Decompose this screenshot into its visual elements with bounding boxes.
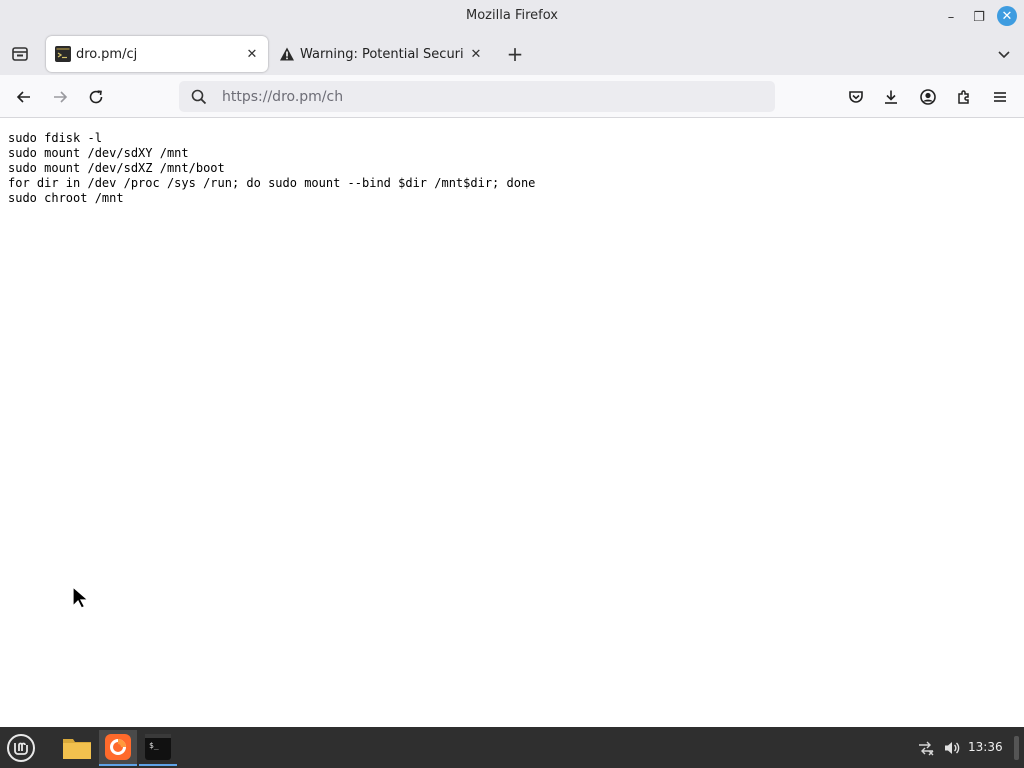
account-icon	[920, 89, 936, 105]
taskbar: $_ 13:36	[0, 727, 1024, 768]
list-all-tabs-button[interactable]	[992, 42, 1016, 66]
forward-icon	[54, 91, 68, 103]
tab-close-button[interactable]: ✕	[244, 46, 260, 62]
page-content: sudo fdisk -l sudo mount /dev/sdXY /mnt …	[0, 119, 1024, 727]
forward-button[interactable]	[47, 84, 73, 110]
close-window-button[interactable]: ✕	[997, 6, 1017, 26]
show-desktop-button[interactable]	[1014, 736, 1019, 760]
menu-icon	[994, 92, 1006, 102]
files-launcher[interactable]	[58, 730, 96, 766]
svg-text:$_: $_	[149, 741, 159, 750]
reload-icon	[89, 90, 103, 104]
search-icon	[191, 89, 207, 105]
firefox-icon	[105, 734, 131, 760]
back-button[interactable]	[11, 84, 37, 110]
firefox-launcher[interactable]	[99, 730, 137, 766]
url-bar[interactable]	[179, 81, 775, 112]
downloads-button[interactable]	[878, 84, 904, 110]
files-icon	[63, 739, 91, 759]
extensions-button[interactable]	[951, 84, 977, 110]
mint-menu-icon	[7, 734, 35, 762]
mouse-cursor-icon	[72, 586, 90, 609]
window-title: Mozilla Firefox	[466, 8, 558, 23]
terminal-launcher[interactable]: $_	[139, 730, 177, 766]
tab-security-warning[interactable]: Warning: Potential Security Risk Ahead ✕	[270, 36, 492, 72]
plain-text-document: sudo fdisk -l sudo mount /dev/sdXY /mnt …	[8, 131, 536, 205]
account-button[interactable]	[915, 84, 941, 110]
tab-label: Warning: Potential Security Risk Ahead	[300, 46, 463, 62]
clock[interactable]: 13:36	[968, 740, 1003, 754]
navigation-toolbar	[0, 75, 1024, 118]
extensions-icon	[958, 90, 969, 104]
volume-button[interactable]	[943, 739, 961, 757]
pocket-button[interactable]	[843, 84, 869, 110]
minimize-button[interactable]: –	[941, 7, 961, 27]
new-tab-button[interactable]: +	[503, 42, 527, 66]
terminal-favicon	[55, 46, 71, 62]
tab-strip: dro.pm/cj ✕ Warning: Potential Security …	[0, 33, 1024, 75]
app-menu-button[interactable]	[987, 84, 1013, 110]
firefox-view-button[interactable]	[8, 42, 32, 66]
warning-icon	[280, 47, 294, 61]
maximize-button[interactable]: ❐	[969, 7, 989, 27]
network-icon	[919, 741, 934, 756]
tab-close-button[interactable]: ✕	[468, 46, 484, 62]
back-icon	[16, 91, 30, 103]
network-status-button[interactable]	[917, 739, 935, 757]
terminal-icon: $_	[145, 734, 171, 760]
start-menu-button[interactable]	[3, 730, 39, 766]
tab-dro-pm[interactable]: dro.pm/cj ✕	[46, 36, 268, 72]
tab-label: dro.pm/cj	[76, 46, 138, 62]
downloads-icon	[885, 90, 897, 104]
chevron-down-icon	[998, 51, 1010, 59]
reload-button[interactable]	[83, 84, 109, 110]
url-input[interactable]	[222, 86, 742, 107]
window-titlebar: Mozilla Firefox – ❐ ✕	[0, 0, 1024, 33]
firefox-view-icon	[12, 47, 28, 61]
pocket-icon	[849, 91, 863, 103]
volume-icon	[945, 742, 960, 754]
